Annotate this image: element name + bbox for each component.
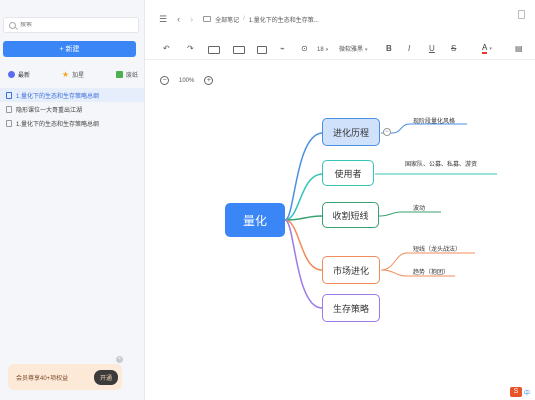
close-icon[interactable]: × xyxy=(116,356,123,363)
font-color-button[interactable]: A ▾ xyxy=(482,41,492,56)
mindmap-node[interactable]: 收割短线 xyxy=(322,202,379,228)
search-box[interactable] xyxy=(3,17,139,33)
mindmap-root-node[interactable]: 量化 xyxy=(225,203,285,237)
breadcrumb-separator: / xyxy=(243,16,245,22)
bold-button[interactable]: B xyxy=(386,42,392,56)
forward-icon[interactable]: › xyxy=(190,14,193,24)
connector-line xyxy=(378,211,441,217)
ime-logo-icon[interactable]: S xyxy=(510,387,522,397)
star-icon: ★ xyxy=(61,69,70,79)
insert-child-icon[interactable] xyxy=(208,45,220,59)
chevron-down-icon: ▾ xyxy=(365,47,368,53)
trash-icon xyxy=(115,70,123,78)
list-item[interactable]: 1.量化下的生态和生存策略总纲 xyxy=(0,88,144,102)
tab-trash-label: 废纸 xyxy=(125,72,138,79)
doc-title: 隐形课位一大哥重出江湖 xyxy=(16,107,83,114)
font-size-value: 18 xyxy=(317,47,324,53)
font-size-select[interactable]: 18 ▾ xyxy=(317,43,328,57)
insert-sibling-icon[interactable] xyxy=(233,45,245,59)
breadcrumb-current: 1.量化下的生态和生存策... xyxy=(248,17,319,24)
zoom-level: 100% xyxy=(179,77,195,84)
list-item[interactable]: 1.量化下的生态和生存策略总纲 xyxy=(0,116,144,130)
new-note-button[interactable]: + 新建 xyxy=(3,41,136,57)
mindmap-leaf[interactable]: 趋势（抱团） xyxy=(413,267,449,276)
underline-button[interactable]: U xyxy=(429,42,435,56)
mindmap-node[interactable]: 进化历程 xyxy=(322,118,380,146)
breadcrumb-root[interactable]: 全部笔记 xyxy=(215,15,239,24)
mindmap-canvas[interactable]: 量化 进化历程 − 使用者 收割短线 市场进化 生存策略 现阶段量化风格 国家队… xyxy=(145,90,535,390)
promo-text: 会员尊享40+项权益 xyxy=(16,375,69,382)
document-icon xyxy=(6,91,12,99)
search-input[interactable] xyxy=(20,22,130,28)
back-icon[interactable]: ‹ xyxy=(177,14,180,24)
membership-promo: 会员尊享40+项权益 开通 xyxy=(8,364,122,390)
mindmap-node[interactable]: 使用者 xyxy=(322,160,374,186)
mark-icon[interactable]: ⊙ xyxy=(301,42,308,56)
mindmap-leaf[interactable]: 国家队、公募、私募、游资 xyxy=(405,159,477,168)
connector-line xyxy=(284,132,323,221)
tab-recent-label: 最新 xyxy=(18,72,31,79)
link-icon[interactable]: ⌁ xyxy=(280,42,285,56)
open-membership-button[interactable]: 开通 xyxy=(93,370,118,385)
mindmap-leaf[interactable]: 现阶段量化风格 xyxy=(413,116,455,125)
connector-line xyxy=(381,123,467,134)
font-family-select[interactable]: 微软雅黑 ▾ xyxy=(339,43,368,57)
doc-title: 1.量化下的生态和生存策略总纲 xyxy=(16,93,100,100)
toolbar: ↶ ↷ ⌁ ⊙ 18 ▾ 微软雅黑 ▾ B I U S A ▾ ▤ xyxy=(145,38,535,60)
clock-icon xyxy=(8,70,15,78)
summary-icon[interactable] xyxy=(257,45,267,59)
strikethrough-button[interactable]: S xyxy=(451,42,456,56)
doc-title: 1.量化下的生态和生存策略总纲 xyxy=(16,121,100,128)
menu-icon[interactable]: ☰ xyxy=(159,14,167,25)
zoom-in-icon[interactable]: + xyxy=(204,76,214,85)
zoom-control: − 100% + xyxy=(160,76,214,85)
sidebar: + 新建 最新 ★ 加星 废纸 1.量化下的生态和生存策略总纲 隐形课位一大哥重… xyxy=(0,0,145,400)
mindmap-node[interactable]: 市场进化 xyxy=(322,256,380,284)
undo-icon[interactable]: ↶ xyxy=(163,42,170,56)
connector-line xyxy=(284,173,323,221)
chevron-down-icon: ▾ xyxy=(325,47,329,53)
document-icon xyxy=(6,105,12,113)
connector-line xyxy=(284,219,323,309)
list-item[interactable]: 隐形课位一大哥重出江湖 xyxy=(0,102,144,116)
document-icon xyxy=(6,119,12,127)
search-icon xyxy=(9,21,16,29)
tab-starred[interactable]: ★ 加星 xyxy=(62,70,84,79)
mindmap-leaf[interactable]: 波动 xyxy=(413,203,425,212)
sidebar-tabs: 最新 ★ 加星 废纸 xyxy=(8,67,138,81)
ime-mode[interactable]: 中 xyxy=(524,388,530,397)
format-icon[interactable]: ▤ xyxy=(515,42,523,56)
chevron-down-icon: ▾ xyxy=(489,46,492,52)
collapse-icon[interactable]: − xyxy=(383,128,391,136)
font-family-value: 微软雅黑 xyxy=(339,47,364,53)
tab-trash[interactable]: 废纸 xyxy=(115,70,138,79)
more-icon[interactable] xyxy=(518,10,525,19)
font-color-icon: A xyxy=(482,43,488,54)
tab-starred-label: 加星 xyxy=(72,72,85,79)
redo-icon[interactable]: ↷ xyxy=(187,42,194,56)
connector-line xyxy=(284,219,323,271)
folder-icon xyxy=(203,16,212,22)
tab-recent[interactable]: 最新 xyxy=(8,70,30,79)
zoom-out-icon[interactable]: − xyxy=(160,76,169,85)
top-nav: ☰ ‹ › 全部笔记 / 1.量化下的生态和生存策... xyxy=(145,10,535,28)
mindmap-node[interactable]: 生存策略 xyxy=(322,294,380,322)
italic-button[interactable]: I xyxy=(408,42,410,56)
doc-list: 1.量化下的生态和生存策略总纲 隐形课位一大哥重出江湖 1.量化下的生态和生存策… xyxy=(0,88,144,130)
mindmap-leaf[interactable]: 短线（龙头战法） xyxy=(413,244,461,253)
